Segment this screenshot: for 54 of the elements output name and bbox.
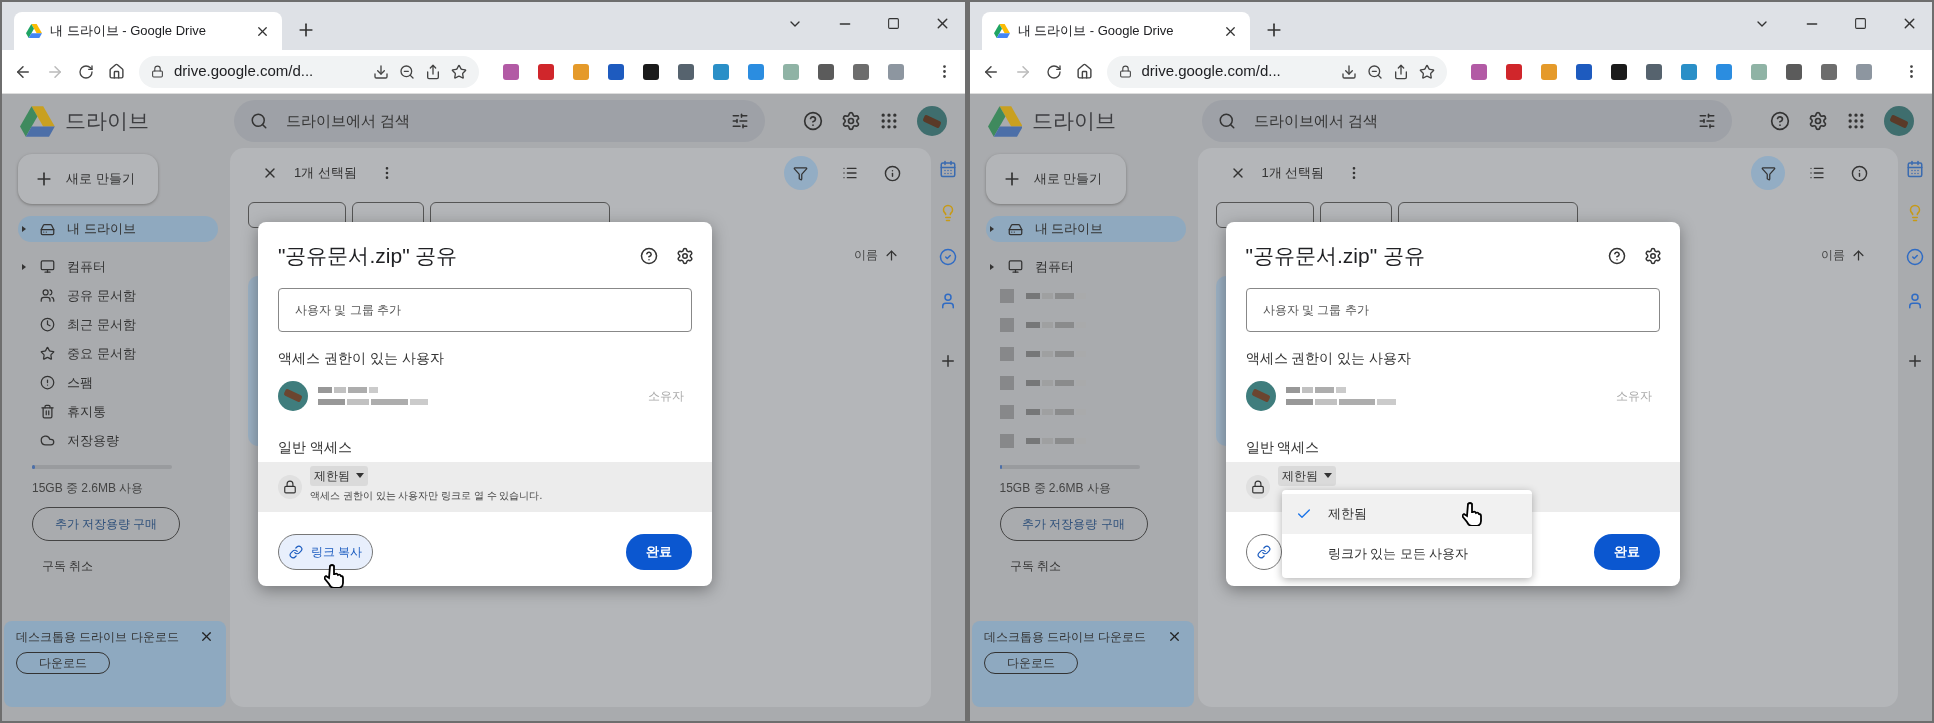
access-dropdown[interactable]: 제한됨 [1277,465,1336,486]
owner-role: 소유자 [1615,387,1652,405]
sidebar-item[interactable]: 저장용량 [18,426,218,455]
tab-title: 내 드라이브 - Google Drive [50,22,208,41]
selection-count: 1개 선택됨 [294,164,357,183]
search-field[interactable]: 드라이브에서 검색 [1201,100,1732,142]
address-bar[interactable]: drive.google.com/d... [1106,55,1447,88]
new-button[interactable]: 새로 만들기 [18,154,158,204]
search-field[interactable]: 드라이브에서 검색 [234,100,765,142]
sort-label[interactable]: 이름 [1821,246,1845,264]
search-placeholder: 드라이브에서 검색 [1253,110,1379,131]
access-dropdown[interactable]: 제한됨 [310,465,368,486]
add-people-field[interactable]: 사용자 및 그룹 추가 [1245,287,1660,332]
section-heading: 액세스 권한이 있는 사용자 [1245,348,1413,368]
storage-usage: 15GB 중 2.6MB 사용 [32,480,145,497]
new-button[interactable]: 새로 만들기 [985,154,1126,204]
dialog-title: "공유문서.zip" 공유 [1245,243,1426,269]
sort-label[interactable]: 이름 [853,246,878,264]
search-placeholder: 드라이브에서 검색 [286,110,412,131]
browser-tab[interactable]: 내 드라이브 - Google Drive [981,12,1250,50]
menu-item[interactable]: 제한됨 [1281,493,1532,534]
access-description: 액세스 권한이 있는 사용자만 링크로 열 수 있습니다. [310,488,543,503]
section-heading: 액세스 권한이 있는 사용자 [278,348,445,368]
menu-item[interactable]: 링크가 있는 모든 사용자 [1281,533,1532,574]
sidebar-item[interactable]: 내 드라이브 [985,216,1186,242]
copy-link-button[interactable]: 링크 복사 [278,533,374,570]
cancel-subscription-link[interactable]: 구독 취소 [1009,557,1186,575]
browser-tab[interactable]: 내 드라이브 - Google Drive [14,12,282,50]
done-button[interactable]: 완료 [1593,533,1660,570]
sidebar-item[interactable]: 컴퓨터 [18,252,218,281]
section-heading: 일반 액세스 [1245,437,1321,457]
sidebar-item[interactable]: 휴지통 [18,397,218,426]
address-bar[interactable]: drive.google.com/d... [139,55,479,88]
sidebar-item[interactable]: 중요 문서함 [18,339,218,368]
sidebar-item[interactable]: 내 드라이브 [18,216,218,242]
app-name: 드라이브 [1032,108,1118,135]
app-name: 드라이브 [64,108,150,135]
address-text: drive.google.com/d... [1141,61,1282,82]
sidebar-item[interactable]: 컴퓨터 [985,252,1186,281]
banner-text: 데스크톱용 드라이브 다운로드 [983,629,1148,646]
storage-usage: 15GB 중 2.6MB 사용 [999,480,1112,497]
owner-role: 소유자 [648,387,684,405]
dialog-title: "공유문서.zip" 공유 [278,243,459,269]
sidebar-item[interactable]: 스팸 [18,368,218,397]
selection-count: 1개 선택됨 [1261,164,1325,183]
add-people-field[interactable]: 사용자 및 그룹 추가 [278,287,692,332]
done-button[interactable]: 완료 [626,533,692,570]
sidebar-item[interactable]: 최근 문서함 [18,310,218,339]
cancel-subscription-link[interactable]: 구독 취소 [42,557,218,575]
sidebar-item[interactable]: 공유 문서함 [18,281,218,310]
section-heading: 일반 액세스 [278,437,353,457]
banner-text: 데스크톱용 드라이브 다운로드 [16,629,180,646]
address-text: drive.google.com/d... [174,61,315,82]
tab-title: 내 드라이브 - Google Drive [1017,22,1175,41]
